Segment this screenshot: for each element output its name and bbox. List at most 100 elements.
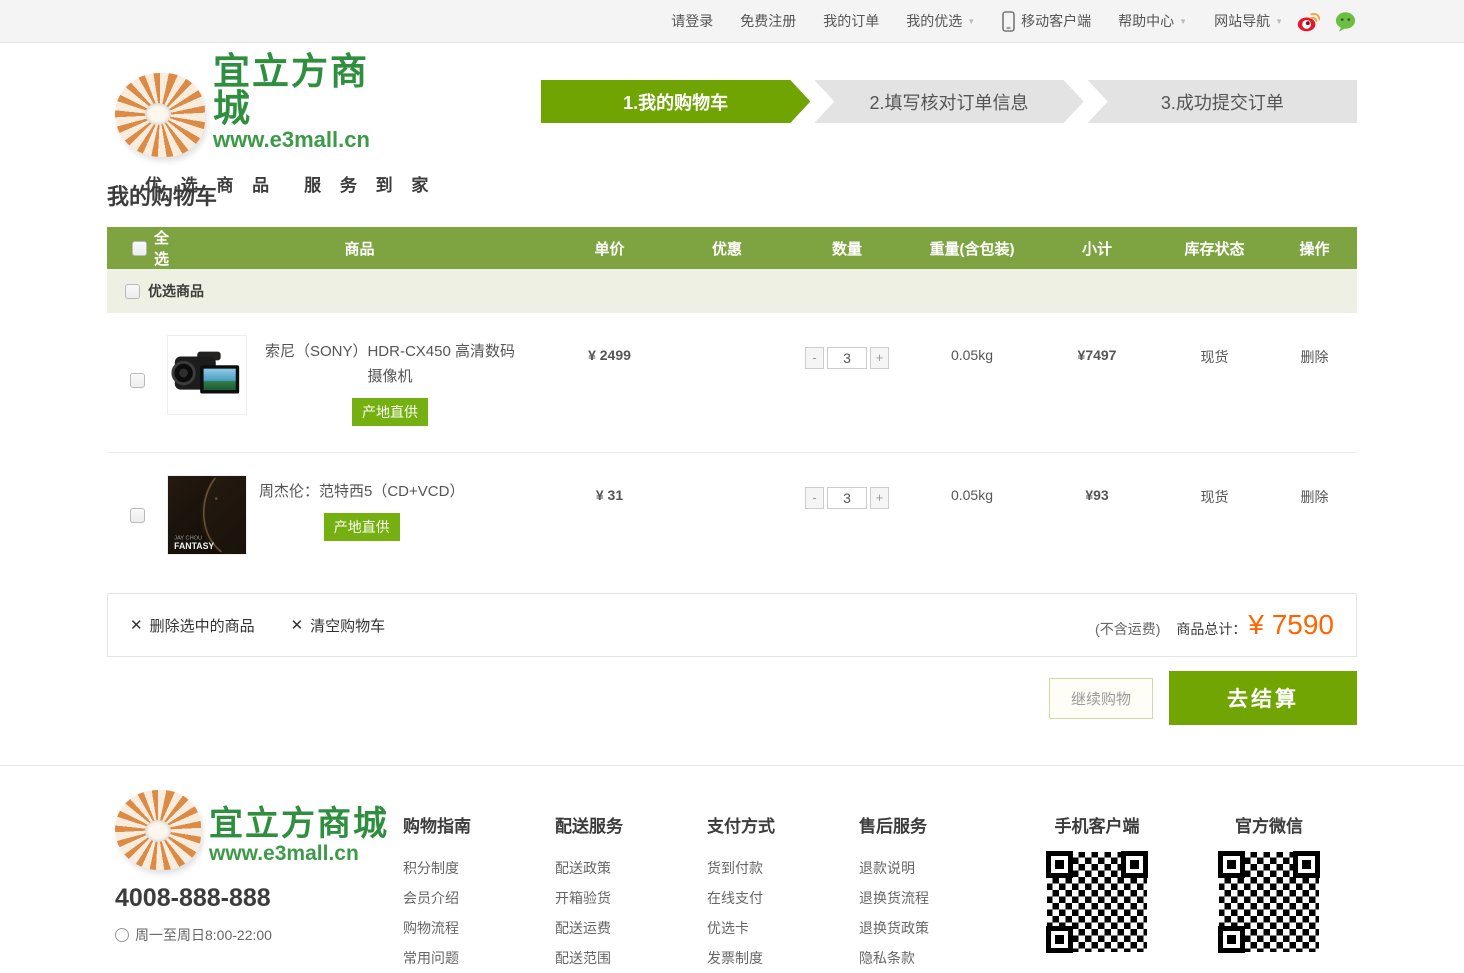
topbar-site-nav-link[interactable]: 网站导航▼ bbox=[1214, 11, 1283, 31]
cart-main: 我的购物车 全选 商品 单价 优惠 数量 重量(含包装) 小计 库存状态 操作 … bbox=[107, 165, 1357, 725]
site-header: 宜立方商城 www.e3mall.cn 优 选 商 品服 务 到 家 1.我的购… bbox=[0, 43, 1464, 165]
topbar-register-link[interactable]: 免费注册 bbox=[740, 11, 796, 31]
footer-link[interactable]: 隐私条款 bbox=[859, 943, 1011, 973]
footer-link[interactable]: 配送范围 bbox=[555, 943, 707, 973]
delete-selected-link[interactable]: ✕ 删除选中的商品 bbox=[130, 615, 255, 636]
footer-link[interactable]: 会员介绍 bbox=[403, 883, 555, 913]
item-delete-link[interactable]: 删除 bbox=[1272, 335, 1357, 367]
item-unit-price: ¥ 2499 bbox=[552, 335, 667, 363]
select-all-checkbox[interactable] bbox=[132, 241, 147, 256]
site-logo[interactable]: 宜立方商城 www.e3mall.cn 优 选 商 品服 务 到 家 bbox=[107, 43, 407, 196]
col-unit-price: 单价 bbox=[552, 238, 667, 259]
clear-cart-link[interactable]: ✕ 清空购物车 bbox=[291, 615, 386, 636]
shipping-note: (不含运费) bbox=[1095, 619, 1160, 639]
wechat-icon[interactable] bbox=[1334, 10, 1357, 33]
footer-column-title: 支付方式 bbox=[707, 812, 859, 837]
footer-link[interactable]: 退款说明 bbox=[859, 853, 1011, 883]
product-title[interactable]: 索尼（SONY）HDR-CX450 高清数码摄像机 bbox=[259, 339, 521, 389]
footer-app-qr-section: 手机客户端 bbox=[1011, 790, 1183, 953]
continue-shopping-button[interactable]: 继续购物 bbox=[1049, 678, 1153, 719]
step-submit-success: 3.成功提交订单 bbox=[1088, 80, 1357, 123]
qty-increase-button[interactable]: + bbox=[870, 487, 889, 509]
qty-decrease-button[interactable]: - bbox=[805, 487, 824, 509]
mobile-phone-icon bbox=[1002, 11, 1015, 32]
footer-column-title: 售后服务 bbox=[859, 812, 1011, 837]
item-discount bbox=[667, 475, 787, 487]
footer-column-after-sales: 售后服务 退款说明 退换货流程 退换货政策 隐私条款 bbox=[859, 790, 1011, 973]
origin-badge: 产地直供 bbox=[324, 513, 400, 541]
svg-text:FANTASY: FANTASY bbox=[174, 541, 214, 551]
cart-group-row: 优选商品 bbox=[107, 269, 1357, 313]
cart-item-row: 索尼（SONY）HDR-CX450 高清数码摄像机 产地直供 ¥ 2499 - … bbox=[107, 313, 1357, 452]
col-discount: 优惠 bbox=[667, 238, 787, 259]
footer-link[interactable]: 购物流程 bbox=[403, 913, 555, 943]
close-icon: ✕ bbox=[291, 616, 304, 634]
qty-increase-button[interactable]: + bbox=[870, 347, 889, 369]
app-qr-code-image bbox=[1046, 851, 1148, 953]
topbar-my-picks-link[interactable]: 我的优选▼ bbox=[906, 11, 975, 31]
chevron-down-icon: ▼ bbox=[1179, 17, 1187, 26]
item-checkbox[interactable] bbox=[130, 373, 145, 388]
logo-url: www.e3mall.cn bbox=[213, 127, 407, 153]
nautilus-shell-logo-image bbox=[115, 790, 201, 870]
qty-input[interactable] bbox=[827, 347, 867, 369]
footer-column-payment-methods: 支付方式 货到付款 在线支付 优选卡 发票制度 bbox=[707, 790, 859, 973]
chevron-down-icon: ▼ bbox=[967, 17, 975, 26]
footer-link[interactable]: 货到付款 bbox=[707, 853, 859, 883]
checkout-button[interactable]: 去结算 bbox=[1169, 671, 1357, 725]
group-checkbox[interactable] bbox=[125, 284, 140, 299]
qty-decrease-button[interactable]: - bbox=[805, 347, 824, 369]
footer-logo[interactable]: 宜立方商城 www.e3mall.cn bbox=[115, 790, 403, 870]
footer-link[interactable]: 优选卡 bbox=[707, 913, 859, 943]
topbar-help-center-link[interactable]: 帮助中心▼ bbox=[1118, 11, 1187, 31]
footer-column-delivery-service: 配送服务 配送政策 开箱验货 配送运费 配送范围 bbox=[555, 790, 707, 973]
col-subtotal: 小计 bbox=[1037, 238, 1157, 259]
product-title[interactable]: 周杰伦：范特西5（CD+VCD） bbox=[259, 479, 464, 504]
quantity-stepper: - + bbox=[805, 347, 889, 369]
product-image-album[interactable]: JAY CHOU FANTASY bbox=[167, 475, 247, 555]
footer-link[interactable]: 积分制度 bbox=[403, 853, 555, 883]
total-label: 商品总计： bbox=[1176, 619, 1246, 639]
footer-wechat-qr-section: 官方微信 bbox=[1183, 790, 1355, 953]
product-image-camcorder[interactable] bbox=[167, 335, 247, 415]
item-discount bbox=[667, 335, 787, 347]
close-icon: ✕ bbox=[130, 616, 143, 634]
checkout-steps: 1.我的购物车 2.填写核对订单信息 3.成功提交订单 bbox=[541, 80, 1357, 123]
footer-link[interactable]: 发票制度 bbox=[707, 943, 859, 973]
logo-title: 宜立方商城 bbox=[209, 807, 389, 841]
item-delete-link[interactable]: 删除 bbox=[1272, 475, 1357, 507]
cart-table-header: 全选 商品 单价 优惠 数量 重量(含包装) 小计 库存状态 操作 bbox=[107, 227, 1357, 269]
total-value: ¥ 7590 bbox=[1248, 609, 1334, 641]
item-subtotal: ¥93 bbox=[1037, 475, 1157, 503]
nautilus-shell-logo-image bbox=[115, 73, 205, 157]
qty-input[interactable] bbox=[827, 487, 867, 509]
footer-column-title: 配送服务 bbox=[555, 812, 707, 837]
topbar-login-link[interactable]: 请登录 bbox=[671, 11, 713, 31]
footer-link[interactable]: 退换货政策 bbox=[859, 913, 1011, 943]
cart-summary-bar: ✕ 删除选中的商品 ✕ 清空购物车 (不含运费) 商品总计： ¥ 7590 bbox=[107, 593, 1357, 657]
item-stock-status: 现货 bbox=[1157, 475, 1272, 507]
col-weight: 重量(含包装) bbox=[907, 238, 1037, 259]
footer-link[interactable]: 配送运费 bbox=[555, 913, 707, 943]
footer-column-shopping-guide: 购物指南 积分制度 会员介绍 购物流程 常用问题 bbox=[403, 790, 555, 973]
col-action: 操作 bbox=[1272, 238, 1357, 259]
footer-link[interactable]: 常用问题 bbox=[403, 943, 555, 973]
col-quantity: 数量 bbox=[787, 238, 907, 259]
footer-link[interactable]: 开箱验货 bbox=[555, 883, 707, 913]
topbar-mobile-client-link[interactable]: 移动客户端 bbox=[1021, 11, 1091, 31]
col-product: 商品 bbox=[167, 238, 552, 259]
clock-icon bbox=[115, 928, 129, 942]
topbar-my-orders-link[interactable]: 我的订单 bbox=[823, 11, 879, 31]
item-weight: 0.05kg bbox=[907, 475, 1037, 503]
footer-link[interactable]: 在线支付 bbox=[707, 883, 859, 913]
step-order-info: 2.填写核对订单信息 bbox=[814, 80, 1083, 123]
chevron-down-icon: ▼ bbox=[1275, 17, 1283, 26]
wechat-qr-title: 官方微信 bbox=[1183, 812, 1355, 837]
footer-link[interactable]: 退换货流程 bbox=[859, 883, 1011, 913]
weibo-icon[interactable] bbox=[1297, 10, 1320, 33]
step-my-cart: 1.我的购物车 bbox=[541, 80, 810, 123]
app-qr-title: 手机客户端 bbox=[1011, 812, 1183, 837]
item-stock-status: 现货 bbox=[1157, 335, 1272, 367]
item-checkbox[interactable] bbox=[130, 508, 145, 523]
footer-link[interactable]: 配送政策 bbox=[555, 853, 707, 883]
